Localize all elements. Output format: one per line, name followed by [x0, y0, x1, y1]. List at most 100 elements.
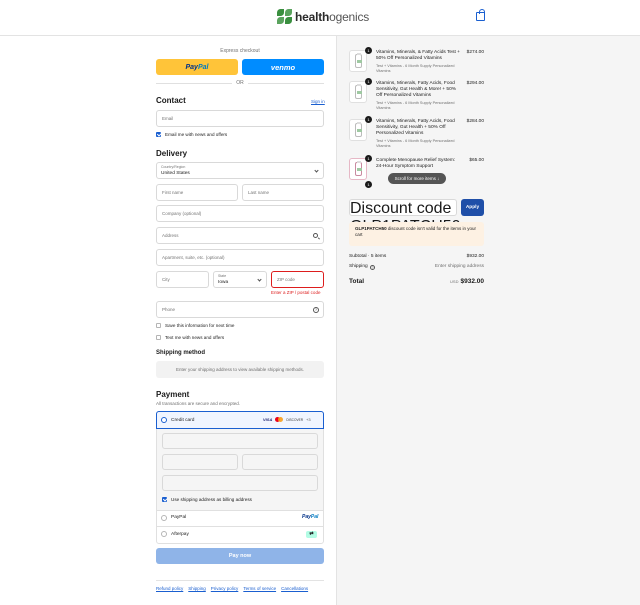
payment-divider: [157, 526, 323, 527]
save-info-checkbox[interactable]: [156, 323, 161, 328]
paypal-express-button[interactable]: Pay Pal: [156, 59, 238, 75]
paypal-wordmark-a: Pay: [185, 63, 198, 71]
apartment-field[interactable]: Apartment, suite, etc. (optional): [156, 249, 324, 266]
payment-divider: [157, 510, 323, 511]
privacy-policy-link[interactable]: Privacy policy: [211, 586, 239, 591]
text-me-label: Text me with news and offers: [165, 335, 225, 340]
credit-card-radio[interactable]: [161, 417, 167, 423]
shopping-bag-icon[interactable]: [476, 9, 485, 21]
item-price: $284.00: [466, 119, 484, 124]
subtotal-label: Subtotal · 5 items: [349, 254, 387, 259]
delivery-heading: Delivery: [156, 149, 188, 158]
country-label: Country/Region: [161, 165, 186, 169]
email-field[interactable]: Email: [156, 110, 324, 127]
visa-logo: VISA: [263, 417, 273, 422]
newsletter-label: Email me with news and offers: [165, 132, 228, 137]
company-field[interactable]: Company (optional): [156, 205, 324, 222]
currency-code: USD: [450, 279, 459, 284]
item-title: Vitamins, Minerals, Fatty Acids, Food Se…: [376, 119, 455, 136]
express-checkout-title: Express checkout: [220, 48, 260, 54]
terms-of-service-link[interactable]: Terms of service: [243, 586, 276, 591]
discover-logo: DISCOVER: [286, 417, 303, 422]
card-number-field[interactable]: [162, 433, 318, 449]
card-expiry-field[interactable]: [162, 454, 238, 470]
paypal-logo-b: Pal: [310, 514, 319, 520]
cart-item: 1 Vitamins, Minerals, Fatty Acids, Food …: [349, 116, 484, 151]
last-name-placeholder: Last name: [248, 190, 270, 195]
footer-divider: [156, 580, 324, 581]
help-icon[interactable]: ?: [370, 264, 375, 270]
item-title: Vitamins, Minerals, Fatty Acids, Food Se…: [376, 81, 457, 98]
quantity-badge: 1: [365, 155, 372, 162]
zip-error-message: Enter a ZIP / postal code: [271, 290, 321, 295]
discount-code-field[interactable]: Discount code GLP1PATCH50: [349, 199, 461, 235]
address-field[interactable]: Address: [156, 227, 324, 244]
product-thumbnail: [349, 119, 367, 141]
cancellations-link[interactable]: Cancellations: [281, 586, 308, 591]
warning-code: GLP1PATCH50: [355, 226, 387, 231]
card-brand-logos: VISA DISCOVER +3: [263, 417, 311, 422]
last-name-field[interactable]: Last name: [242, 184, 324, 201]
item-variant: Test + Vitamins - 6 Month Supply Persona…: [376, 64, 455, 73]
paypal-wordmark-b: Pal: [197, 63, 209, 71]
first-name-field[interactable]: First name: [156, 184, 238, 201]
quantity-badge: 1: [365, 78, 372, 85]
first-name-placeholder: First name: [162, 190, 184, 195]
newsletter-checkbox[interactable]: [156, 132, 161, 137]
shipping-label: Shipping: [349, 264, 368, 269]
contact-heading: Contact: [156, 96, 186, 105]
quantity-badge: 1: [365, 116, 372, 123]
country-select[interactable]: Country/Region United States: [156, 162, 324, 179]
country-value: United States: [161, 171, 190, 176]
state-select[interactable]: State Iowa: [213, 271, 267, 288]
chevron-down-icon: [314, 168, 319, 173]
item-price: $294.00: [466, 81, 484, 86]
payment-heading: Payment: [156, 390, 190, 399]
payment-subtitle: All transactions are secure and encrypte…: [156, 401, 241, 406]
pay-now-button[interactable]: Pay now: [156, 548, 324, 564]
logo-leaf-icon: [277, 9, 293, 25]
item-title: Vitamins, Minerals, & Fatty Acids Test +…: [376, 50, 460, 61]
text-me-checkbox[interactable]: [156, 335, 161, 340]
paypal-radio[interactable]: [161, 515, 167, 521]
footer-links: Refund policy Shipping Privacy policy Te…: [156, 586, 308, 591]
apartment-placeholder: Apartment, suite, etc. (optional): [162, 255, 225, 260]
total-value: $932.00: [460, 278, 485, 285]
afterpay-logo-icon: ⇄: [306, 531, 317, 538]
item-price: $65.00: [469, 158, 484, 163]
card-cvv-field[interactable]: [242, 454, 318, 470]
scroll-for-more-button[interactable]: Scroll for more items ↓: [388, 173, 446, 184]
brand-name-bold: health: [295, 10, 330, 24]
zip-field[interactable]: ZIP code: [271, 271, 324, 288]
phone-placeholder: Phone: [162, 307, 176, 312]
total-label: Total: [349, 278, 365, 285]
sign-in-link[interactable]: Sign in: [311, 99, 325, 104]
billing-same-label: Use shipping address as billing address: [171, 497, 252, 502]
refund-policy-link[interactable]: Refund policy: [156, 586, 183, 591]
venmo-express-button[interactable]: venmo: [242, 59, 324, 75]
paypal-logo-a: Pay: [302, 514, 311, 520]
product-thumbnail: [349, 81, 367, 103]
company-placeholder: Company (optional): [162, 211, 202, 216]
help-icon[interactable]: ?: [313, 307, 319, 313]
afterpay-radio[interactable]: [161, 531, 167, 537]
site-header: healthogenics: [0, 0, 640, 36]
apply-discount-button[interactable]: Apply: [461, 199, 484, 216]
cart-item: 1 Vitamins, Minerals, & Fatty Acids Test…: [349, 47, 484, 76]
quantity-badge: 1: [365, 47, 372, 54]
card-name-field[interactable]: [162, 475, 318, 491]
shipping-method-notice: Enter your shipping address to view avai…: [156, 361, 324, 378]
shipping-link[interactable]: Shipping: [188, 586, 206, 591]
shipping-method-heading: Shipping method: [156, 350, 205, 356]
phone-field[interactable]: Phone ?: [156, 301, 324, 318]
city-field[interactable]: City: [156, 271, 209, 288]
address-placeholder: Address: [162, 233, 179, 238]
product-thumbnail: [349, 50, 367, 72]
credit-card-label: Credit card: [171, 418, 195, 423]
zip-placeholder: ZIP code: [277, 277, 295, 282]
afterpay-option-label[interactable]: Afterpay: [171, 532, 189, 537]
brand-logo[interactable]: healthogenics: [277, 8, 369, 26]
billing-same-checkbox[interactable]: [162, 497, 167, 502]
state-value: Iowa: [218, 280, 229, 285]
paypal-option-label[interactable]: PayPal: [171, 515, 186, 520]
